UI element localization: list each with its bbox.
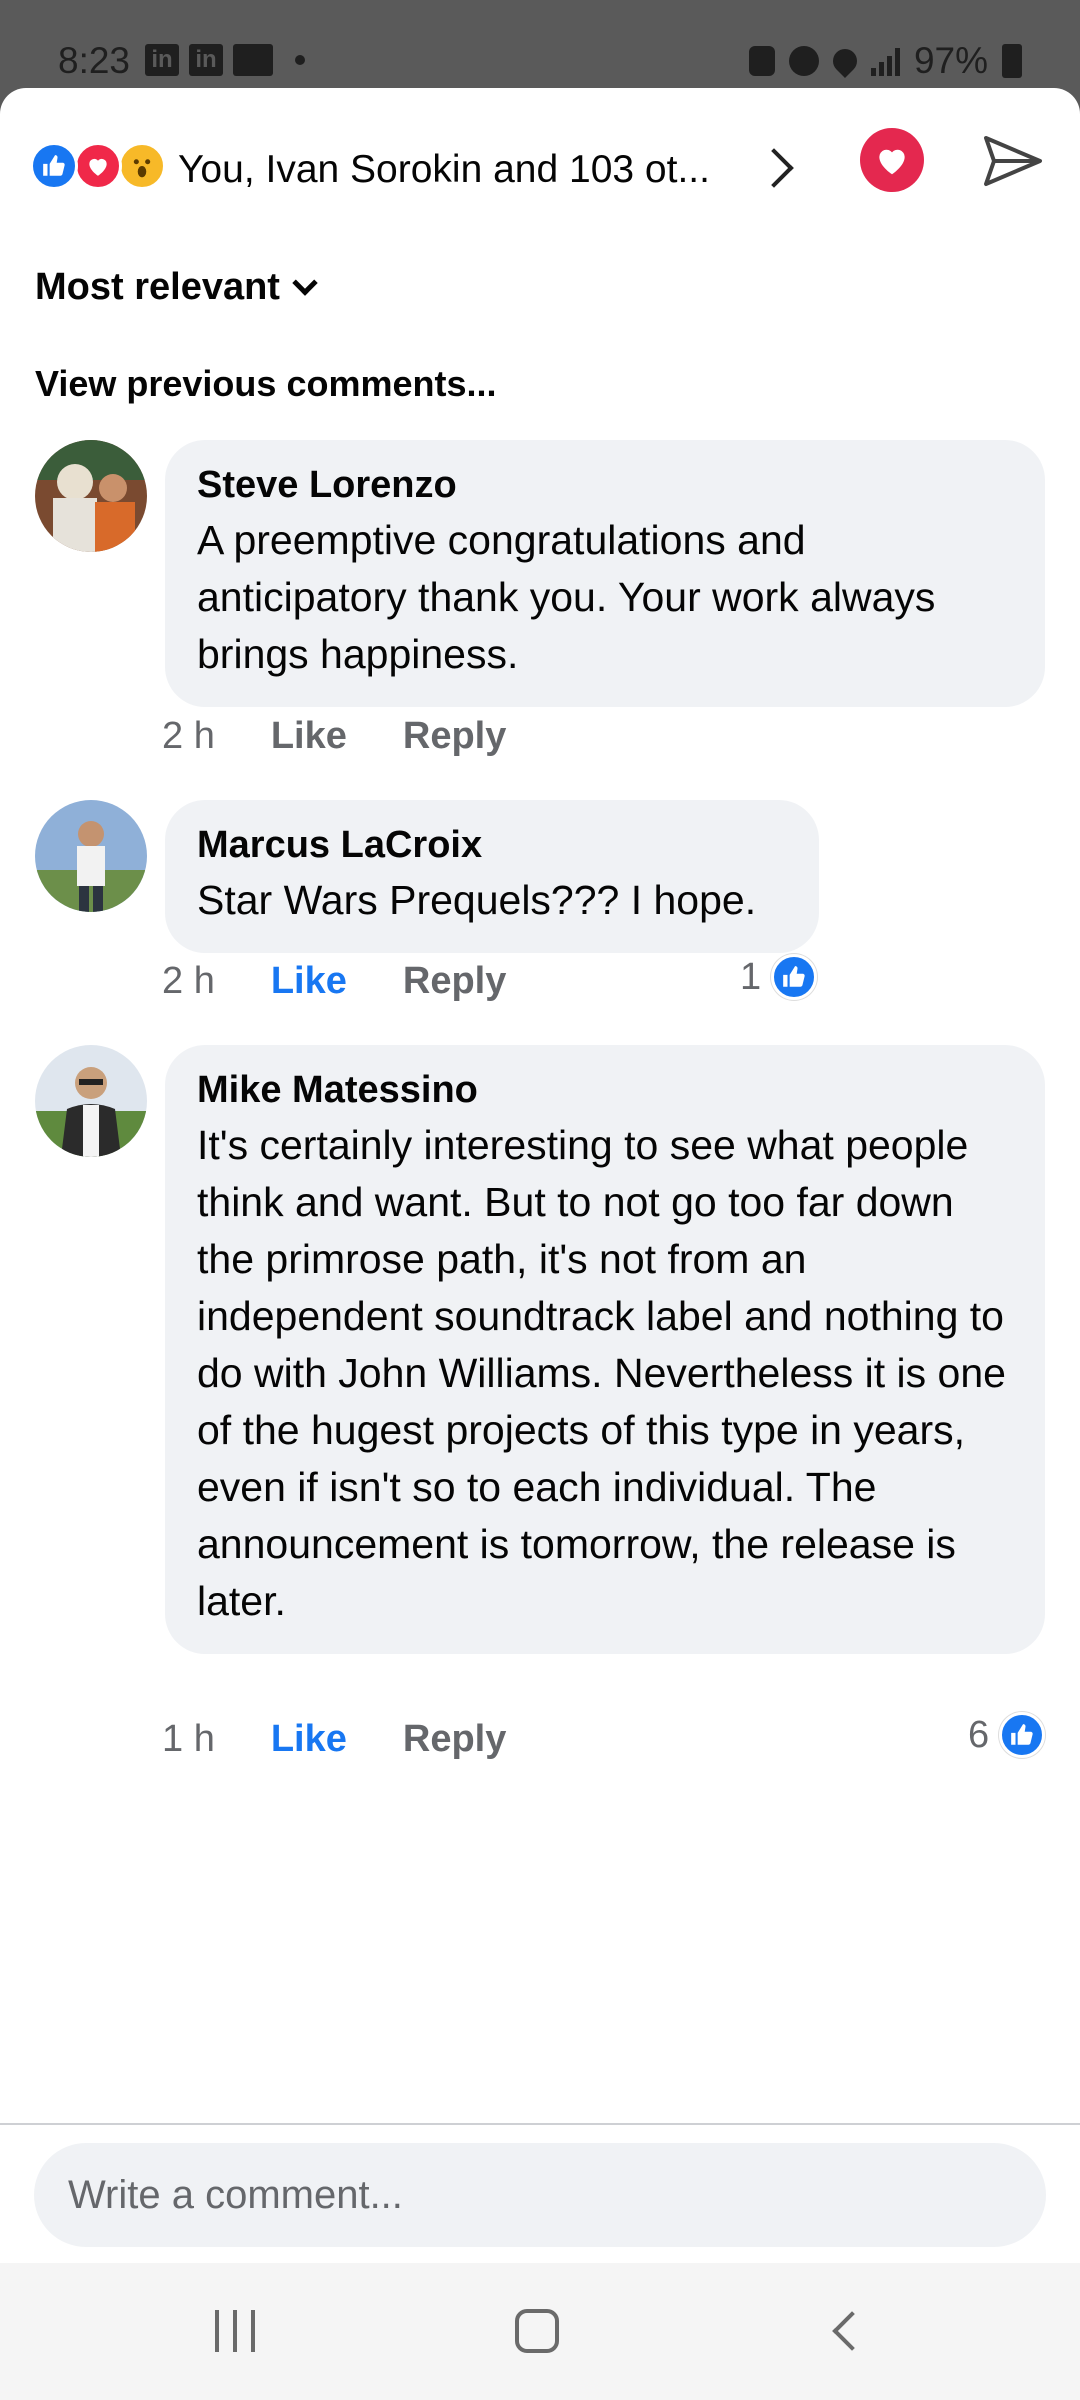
system-icons: 97% — [748, 40, 1022, 82]
reaction-count[interactable]: 1 — [740, 954, 818, 1000]
chevron-down-icon — [292, 269, 318, 296]
comment-bubble[interactable]: Steve Lorenzo A preemptive congratulatio… — [165, 440, 1045, 707]
signal-icon — [870, 46, 900, 76]
alarm-icon — [788, 46, 819, 76]
recent-apps-button[interactable] — [205, 2303, 265, 2359]
lock-icon — [748, 46, 775, 76]
reply-button[interactable]: Reply — [403, 715, 506, 758]
comment-bubble[interactable]: Marcus LaCroix Star Wars Prequels??? I h… — [165, 800, 819, 953]
comments-sheet: You, Ivan Sorokin and 103 ot... Most rel… — [0, 88, 1080, 2263]
like-reaction-icon — [999, 1712, 1046, 1758]
notification-icons: in in — [145, 44, 305, 76]
reaction-count-value: 6 — [968, 1713, 990, 1756]
outlook-icon — [233, 44, 273, 76]
comment-author[interactable]: Steve Lorenzo — [197, 462, 1013, 508]
comment-actions: 2 h Like Reply — [162, 960, 506, 1003]
like-reaction-icon — [30, 142, 78, 190]
chevron-right-icon[interactable] — [754, 148, 794, 188]
location-icon — [827, 44, 862, 78]
reaction-count[interactable]: 6 — [968, 1712, 1046, 1758]
avatar[interactable] — [35, 1045, 147, 1157]
avatar[interactable] — [35, 800, 147, 912]
home-icon — [515, 2309, 559, 2353]
comment-composer[interactable] — [34, 2143, 1046, 2247]
linkedin-icon: in — [189, 44, 223, 76]
comment-text: Star Wars Prequels??? I hope. — [197, 877, 757, 923]
comment-time: 2 h — [162, 715, 215, 757]
like-button[interactable]: Like — [271, 960, 347, 1003]
comment-time: 2 h — [162, 960, 215, 1002]
comment-actions: 2 h Like Reply — [162, 715, 506, 758]
heart-icon — [879, 149, 905, 175]
avatar[interactable] — [35, 440, 147, 552]
reply-button[interactable]: Reply — [403, 1718, 506, 1761]
linkedin-icon: in — [145, 44, 179, 76]
status-time: 8:23 — [58, 40, 131, 81]
back-icon — [832, 2311, 872, 2351]
like-button[interactable]: Like — [271, 1718, 347, 1761]
comment-author[interactable]: Marcus LaCroix — [197, 822, 787, 868]
reaction-count-value: 1 — [740, 955, 762, 998]
sort-label: Most relevant — [35, 266, 280, 308]
wow-reaction-icon — [118, 142, 166, 190]
comment-text: It's certainly interesting to see what p… — [197, 1122, 1006, 1624]
back-button[interactable] — [820, 2303, 872, 2359]
comment-text: A preemptive congratulations and anticip… — [197, 517, 936, 677]
system-nav-bar — [0, 2263, 1080, 2400]
like-button[interactable]: Like — [271, 715, 347, 758]
sort-dropdown[interactable]: Most relevant — [35, 266, 318, 309]
reactors-summary[interactable]: You, Ivan Sorokin and 103 ot... — [178, 148, 710, 192]
comment-bubble[interactable]: Mike Matessino It's certainly interestin… — [165, 1045, 1045, 1654]
love-button[interactable] — [860, 128, 924, 192]
reactions-header[interactable]: You, Ivan Sorokin and 103 ot... — [30, 128, 1050, 208]
divider — [0, 2123, 1080, 2125]
reply-button[interactable]: Reply — [403, 960, 506, 1003]
like-reaction-icon — [771, 954, 818, 1000]
send-icon — [984, 136, 1042, 186]
comment-time: 1 h — [162, 1718, 215, 1760]
reaction-icons — [30, 142, 170, 192]
home-button[interactable] — [510, 2303, 564, 2359]
comment-author[interactable]: Mike Matessino — [197, 1067, 1013, 1113]
battery-icon — [1002, 44, 1022, 78]
status-bar: 8:23 in in 97% — [0, 0, 1080, 90]
comment-actions: 1 h Like Reply — [162, 1718, 506, 1761]
view-previous-comments-link[interactable]: View previous comments... — [35, 363, 497, 405]
share-button[interactable] — [982, 132, 1044, 190]
notification-dot-icon — [295, 55, 305, 65]
comment-input[interactable] — [34, 2143, 1046, 2247]
battery-percent: 97% — [913, 40, 988, 81]
love-reaction-icon — [74, 142, 122, 190]
